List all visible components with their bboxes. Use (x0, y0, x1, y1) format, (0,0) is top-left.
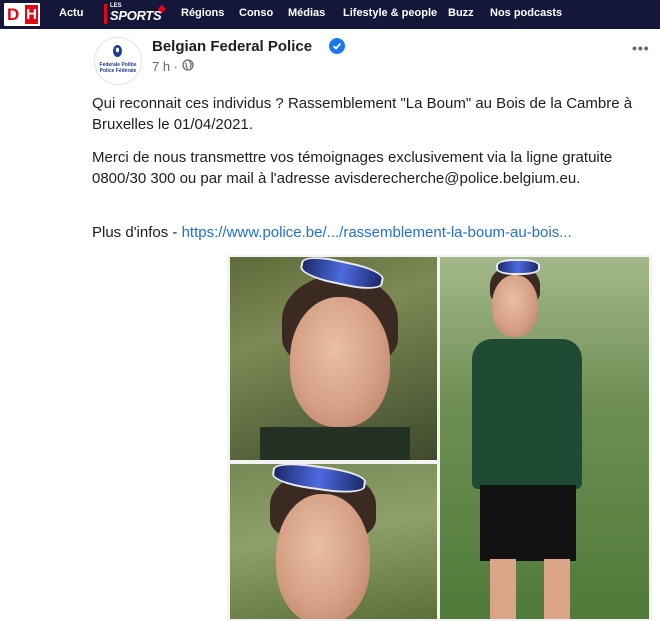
photo-leg (544, 559, 570, 619)
top-navigation: D H Actu LES SPORTS Régions Conso Médias… (0, 0, 660, 31)
avatar-text-2: Police Fédérale (99, 68, 137, 74)
logo-d: D (7, 5, 19, 24)
photo-leg (490, 559, 516, 619)
dh-logo[interactable]: D H (4, 3, 40, 26)
nav-item-podcasts[interactable]: Nos podcasts (490, 0, 562, 29)
photo-face (276, 494, 370, 619)
photo-face (492, 275, 538, 337)
page-avatar[interactable]: Federale Politie Police Fédérale (94, 37, 142, 85)
photo-shorts (480, 485, 576, 561)
photo-face (290, 297, 390, 427)
police-emblem-icon (113, 45, 122, 57)
verified-icon (329, 38, 345, 54)
nav-item-lifestyle[interactable]: Lifestyle & people (343, 0, 437, 29)
more-info-link[interactable]: https://www.police.be/.../rassemblement-… (182, 224, 572, 241)
logo-h: H (25, 5, 38, 24)
photo-shirt (472, 339, 582, 489)
suspect-photo-face[interactable] (230, 464, 437, 619)
facebook-post: Federale Politie Police Fédérale Belgian… (72, 29, 660, 621)
post-paragraph-2: Merci de nous transmettre vos témoignage… (92, 149, 613, 187)
nav-item-conso[interactable]: Conso (239, 0, 273, 29)
photo-shirt (260, 427, 410, 460)
post-timestamp[interactable]: 7 h · (152, 59, 178, 75)
photo-sunglasses (496, 259, 540, 275)
nav-item-regions[interactable]: Régions (181, 0, 224, 29)
nav-item-actu[interactable]: Actu (59, 0, 84, 31)
post-paragraph-1: Qui reconnait ces individus ? Rassemblem… (92, 95, 633, 133)
post-more-info: Plus d'infos - https://www.police.be/...… (92, 222, 652, 243)
nav-item-buzz[interactable]: Buzz (448, 0, 474, 29)
suspect-photo-fullbody[interactable] (440, 257, 649, 619)
sports-logo-bar (104, 4, 107, 24)
suspect-photo-closeup[interactable] (230, 257, 437, 460)
sports-logo-big: SPORTS (110, 8, 162, 23)
globe-icon (182, 59, 194, 71)
photo-collage[interactable] (227, 255, 652, 621)
page-name[interactable]: Belgian Federal Police (152, 38, 312, 56)
more-options-icon[interactable]: ••• (632, 41, 650, 55)
nav-item-medias[interactable]: Médias (288, 0, 325, 29)
more-info-label: Plus d'infos - (92, 224, 182, 241)
